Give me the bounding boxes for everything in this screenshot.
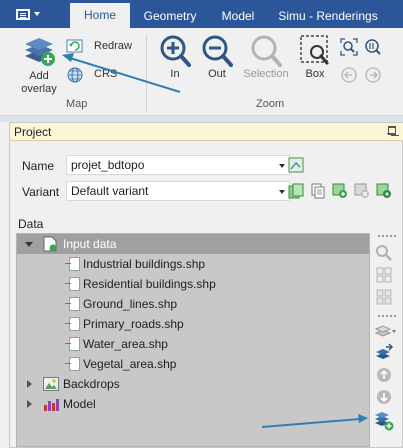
annotation-arrow-bottom <box>261 414 368 428</box>
annotation-arrows <box>62 53 368 428</box>
annotation-arrow-top <box>62 53 181 93</box>
